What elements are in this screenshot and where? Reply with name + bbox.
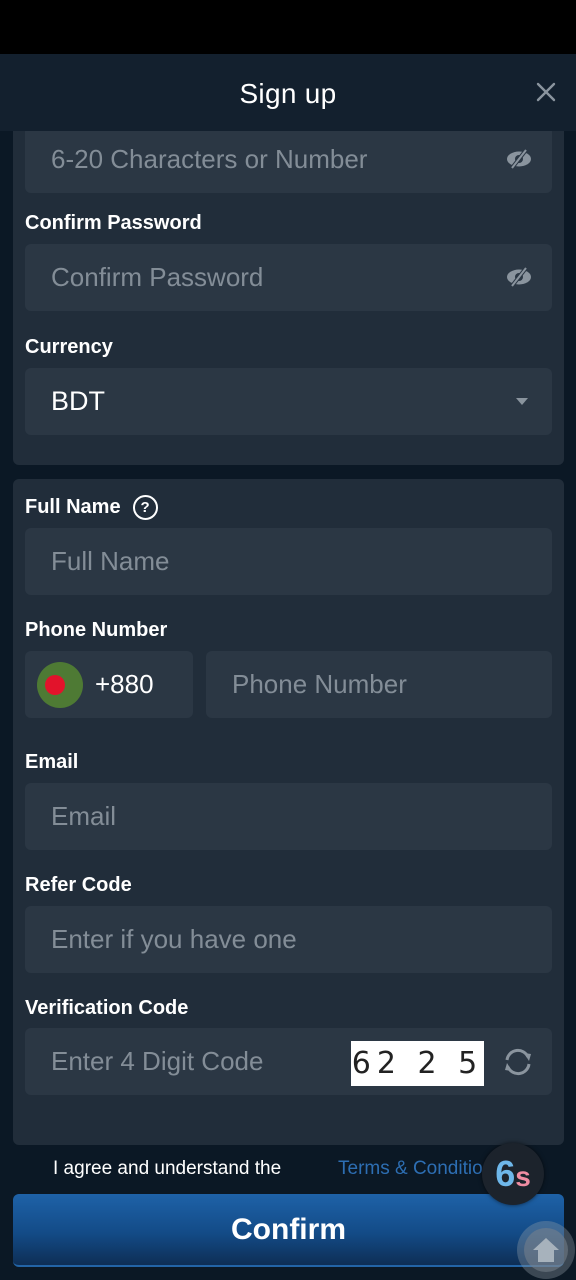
confirm-password-input[interactable]: Confirm Password [25, 244, 552, 311]
full-name-input[interactable]: Full Name [25, 528, 552, 595]
confirm-password-label: Confirm Password [25, 212, 202, 234]
confirm-button[interactable]: Confirm [13, 1194, 564, 1267]
country-code: +880 [95, 669, 154, 699]
bangladesh-flag-icon [37, 661, 83, 708]
help-icon[interactable]: ? [132, 495, 158, 520]
phone-label: Phone Number [25, 619, 168, 641]
close-icon [536, 82, 556, 102]
email-placeholder: Email [51, 801, 117, 831]
home-button[interactable] [517, 1221, 575, 1279]
phone-placeholder: Phone Number [232, 669, 407, 699]
brand-badge[interactable]: 6s [482, 1143, 544, 1205]
verification-input[interactable]: Enter 4 Digit Code 62 2 5 [25, 1028, 552, 1095]
country-code-select[interactable]: +880 [25, 651, 193, 718]
email-label: Email [25, 751, 79, 773]
agreement-text: I agree and understand the [53, 1158, 282, 1179]
refer-code-label: Refer Code [25, 874, 132, 896]
refer-code-input[interactable]: Enter if you have one [25, 906, 552, 973]
status-bar [0, 0, 576, 54]
email-input[interactable]: Email [25, 783, 552, 850]
full-name-label: Full Name ? [25, 495, 158, 520]
refer-code-placeholder: Enter if you have one [51, 924, 297, 954]
currency-value: BDT [51, 386, 105, 416]
currency-select[interactable]: BDT [25, 368, 552, 435]
verification-label: Verification Code [25, 997, 189, 1019]
password-input[interactable]: 6-20 Characters or Number [25, 126, 552, 193]
badge-six: 6 [495, 1153, 516, 1194]
terms-link[interactable]: Terms & Conditions [338, 1158, 488, 1180]
account-card: 6-20 Characters or Number Confirm Passwo… [13, 114, 564, 465]
header: Sign up [0, 54, 576, 131]
refresh-icon[interactable] [502, 1047, 534, 1077]
captcha-image: 62 2 5 [351, 1041, 484, 1086]
full-name-placeholder: Full Name [51, 546, 170, 576]
eye-off-icon[interactable] [506, 266, 532, 288]
eye-off-icon[interactable] [506, 148, 532, 170]
close-button[interactable] [534, 80, 558, 104]
page-title: Sign up [239, 78, 337, 109]
password-placeholder: 6-20 Characters or Number [51, 144, 368, 174]
verification-placeholder: Enter 4 Digit Code [51, 1046, 264, 1076]
full-name-label-text: Full Name [25, 496, 121, 518]
signup-sheet: Sign up 6-20 Characters or Number Confir… [0, 54, 576, 1280]
caret-down-icon [516, 398, 528, 405]
badge-s: s [515, 1161, 531, 1192]
currency-label: Currency [25, 336, 113, 358]
home-icon [533, 1238, 559, 1262]
confirm-password-placeholder: Confirm Password [51, 262, 264, 292]
personal-info-card: Full Name ? Full Name Phone Number +880 … [13, 479, 564, 1145]
phone-input[interactable]: Phone Number [206, 651, 552, 718]
